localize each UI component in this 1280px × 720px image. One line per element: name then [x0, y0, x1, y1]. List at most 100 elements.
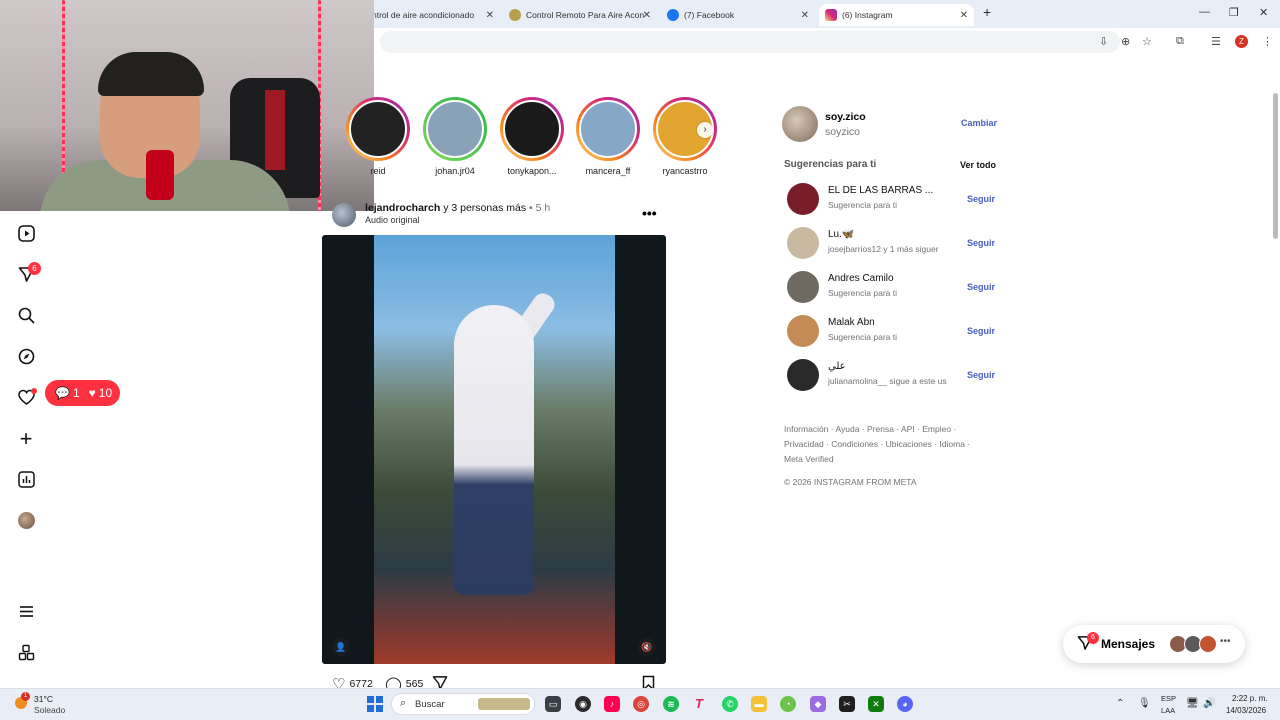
whatsapp-icon[interactable]: ✆ — [722, 696, 738, 712]
story-username: reid — [370, 166, 386, 176]
tiktok-icon[interactable]: ♪ — [604, 696, 620, 712]
typing-app-icon[interactable]: T — [691, 696, 707, 712]
person-hair — [98, 52, 204, 96]
suggestion-name[interactable]: Lu.🦋 — [828, 229, 854, 240]
post-coauthors[interactable]: y 3 personas más — [443, 202, 526, 214]
suggestion-avatar[interactable] — [787, 227, 819, 259]
tab-instagram[interactable]: (6) Instagram ✕ — [819, 4, 974, 26]
story-item[interactable]: johan.jr04 — [423, 97, 487, 176]
clock-date[interactable]: 14/03/2026 — [1226, 706, 1266, 715]
microphone-icon[interactable]: 🎙 — [1138, 698, 1151, 709]
see-all-link[interactable]: Ver todo — [960, 160, 996, 170]
tab-title: ntrol de aire acondicionado — [372, 10, 475, 20]
network-icon[interactable]: 🖥 — [1186, 698, 1199, 709]
spotify-icon[interactable]: ≋ — [663, 696, 679, 712]
mute-icon[interactable]: 🔇 — [638, 638, 656, 656]
post-video[interactable] — [322, 235, 666, 664]
profile-avatar[interactable] — [18, 512, 35, 529]
reels-icon[interactable] — [17, 224, 35, 242]
suggestion-item: علي julianamolina__ sigue a este us Segu… — [786, 359, 998, 393]
windows-start-icon[interactable] — [367, 696, 383, 712]
follow-button[interactable]: Seguir — [967, 326, 995, 336]
follow-button[interactable]: Seguir — [967, 370, 995, 380]
story-item[interactable]: tonykapon... — [500, 97, 564, 176]
story-avatar — [426, 100, 484, 158]
suggestion-reason: josejbarrios12 y 1 más siguer — [828, 244, 939, 254]
tab-aire-acondicionado[interactable]: ntrol de aire acondicionado ✕ — [366, 4, 500, 26]
suggestion-name[interactable]: Malak Abn — [828, 317, 875, 328]
instagram-icon — [825, 9, 837, 21]
post-username[interactable]: lejandrocharch — [365, 202, 440, 214]
post-author[interactable]: lejandrocharch y 3 personas más • 5 h — [365, 202, 550, 214]
suggestion-name[interactable]: Andres Camilo — [828, 273, 894, 284]
capcut-icon[interactable]: ✂ — [839, 696, 855, 712]
new-tab-plus-icon[interactable]: + — [983, 4, 991, 20]
chat-app-icon[interactable]: ◔ — [780, 696, 796, 712]
story-item[interactable]: mancera_ff — [576, 97, 640, 176]
profile-avatar[interactable]: Z — [1235, 35, 1248, 48]
browser-menu-icon[interactable]: ⋮ — [1262, 35, 1273, 48]
explore-compass-icon[interactable] — [17, 347, 35, 365]
window-close-icon[interactable]: ✕ — [1259, 6, 1268, 19]
keyboard-layout[interactable]: LAA — [1161, 706, 1175, 715]
discord-icon[interactable]: ◕ — [897, 696, 913, 712]
story-item[interactable]: reid — [346, 97, 410, 176]
close-icon[interactable]: ✕ — [643, 10, 651, 21]
task-view-icon[interactable]: ▭ — [545, 696, 561, 712]
weather-description[interactable]: Soleado — [34, 705, 65, 715]
close-icon[interactable]: ✕ — [801, 10, 809, 21]
notification-pill[interactable]: 💬 1 ♥ 10 — [45, 380, 120, 406]
extensions-icon[interactable]: ⧉ — [1176, 35, 1184, 48]
suggestion-avatar[interactable] — [787, 271, 819, 303]
follow-button[interactable]: Seguir — [967, 238, 995, 248]
bookmark-star-icon[interactable]: ☆ — [1142, 35, 1152, 48]
volume-icon[interactable]: 🔊 — [1203, 698, 1215, 709]
suggestion-name[interactable]: EL DE LAS BARRAS ... — [828, 185, 933, 196]
more-options-icon[interactable]: ••• — [642, 205, 657, 221]
game-app-icon[interactable]: ◆ — [810, 696, 826, 712]
address-bar[interactable] — [380, 31, 1120, 53]
file-explorer-icon[interactable]: ▬ — [751, 696, 767, 712]
dashboard-icon[interactable] — [17, 470, 35, 488]
post-audio-label[interactable]: Audio original — [365, 215, 420, 225]
tab-facebook[interactable]: (7) Facebook ✕ — [661, 4, 815, 26]
menu-hamburger-icon[interactable] — [17, 602, 35, 620]
tray-chevron-up-icon[interactable]: ⌃ — [1116, 698, 1124, 709]
tab-control-remoto[interactable]: Control Remoto Para Aire Acon ✕ — [503, 4, 657, 26]
restore-icon[interactable]: ❐ — [1229, 6, 1239, 19]
clock-time[interactable]: 2:22 p. m. — [1232, 694, 1268, 703]
chevron-right-icon[interactable]: › — [697, 122, 713, 138]
suggestion-avatar[interactable] — [787, 315, 819, 347]
tagged-users-icon[interactable]: 👤 — [332, 638, 350, 656]
minimize-icon[interactable]: — — [1199, 6, 1210, 18]
zoom-icon[interactable]: ⊕ — [1121, 35, 1130, 48]
xbox-icon[interactable]: ✕ — [868, 696, 884, 712]
close-icon[interactable]: ✕ — [960, 10, 968, 21]
create-plus-icon[interactable]: + — [17, 426, 35, 451]
reading-list-icon[interactable]: ☰ — [1211, 35, 1221, 48]
suggestion-name[interactable]: علي — [828, 361, 846, 372]
obs-icon[interactable]: ◉ — [575, 696, 591, 712]
search-icon[interactable] — [17, 306, 35, 324]
footer-links[interactable]: Información · Ayuda · Prensa · API · Emp… — [784, 422, 984, 467]
post-author-avatar[interactable] — [332, 203, 356, 227]
suggestion-avatar[interactable] — [787, 183, 819, 215]
more-apps-icon[interactable] — [17, 643, 35, 661]
chrome-icon[interactable]: ◎ — [633, 696, 649, 712]
current-username[interactable]: soy.zico — [825, 111, 866, 123]
suggestion-item: EL DE LAS BARRAS ... Sugerencia para ti … — [786, 183, 998, 217]
switch-account-button[interactable]: Cambiar — [961, 118, 997, 128]
messages-drawer-button[interactable]: 6 Mensajes ••• — [1063, 625, 1245, 663]
copyright: © 2026 INSTAGRAM FROM META — [784, 477, 917, 487]
suggestion-avatar[interactable] — [787, 359, 819, 391]
tab-title: (6) Instagram — [842, 10, 893, 20]
scrollbar-thumb[interactable] — [1273, 93, 1278, 239]
weather-temperature[interactable]: 31°C — [34, 694, 53, 704]
keyboard-language[interactable]: ESP — [1161, 694, 1176, 703]
follow-button[interactable]: Seguir — [967, 282, 995, 292]
install-app-icon[interactable]: ⇩ — [1099, 35, 1108, 48]
follow-button[interactable]: Seguir — [967, 194, 995, 204]
current-user-avatar[interactable] — [782, 106, 818, 142]
search-highlight-icon[interactable] — [478, 698, 530, 710]
close-icon[interactable]: ✕ — [486, 10, 494, 21]
